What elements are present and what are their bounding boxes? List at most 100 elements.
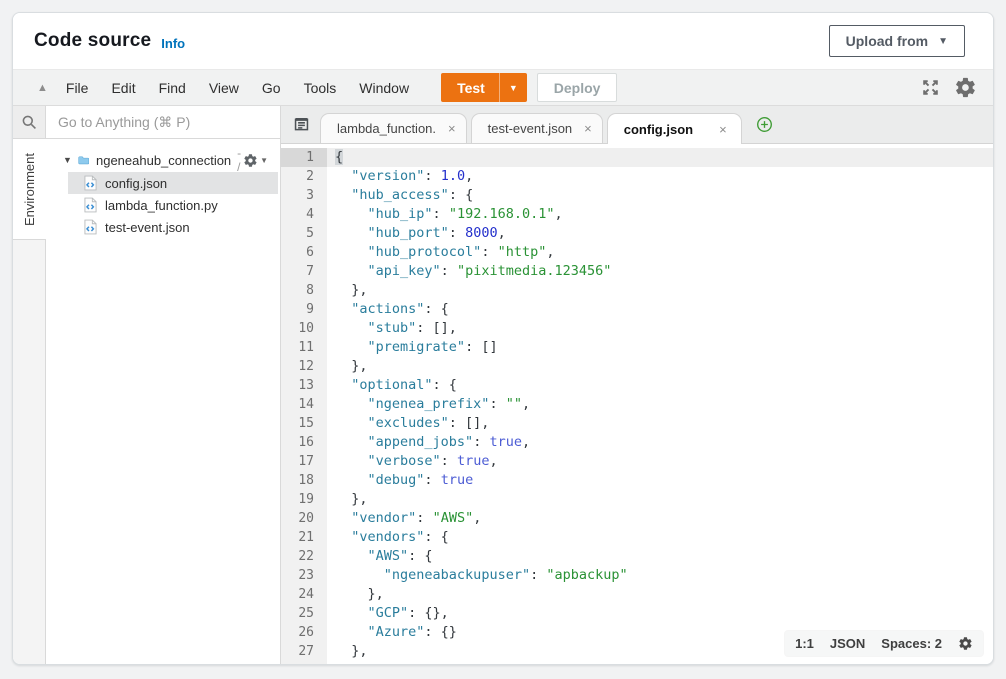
plus-circle-icon [756, 116, 773, 133]
editor-tab-config-json[interactable]: config.json × [607, 113, 742, 144]
code-line-25[interactable]: 25 "GCP": {}, [281, 604, 993, 623]
code-line-20[interactable]: 20 "vendor": "AWS", [281, 509, 993, 528]
tab-label: config.json [624, 122, 693, 137]
code-line-15[interactable]: 15 "excludes": [], [281, 414, 993, 433]
code-line-text: "vendor": "AWS", [327, 509, 993, 528]
close-tab-icon[interactable]: × [719, 122, 727, 137]
close-tab-icon[interactable]: × [584, 121, 592, 136]
menu-go[interactable]: Go [262, 80, 281, 96]
menu-file[interactable]: File [66, 80, 89, 96]
file-name: test-event.json [105, 220, 190, 235]
code-line-23[interactable]: 23 "ngeneabackupuser": "apbackup" [281, 566, 993, 585]
code-line-text: "sites": [ [327, 661, 993, 664]
code-editor[interactable]: 1{2 "version": 1.0,3 "hub_access": {4 "h… [281, 144, 993, 664]
test-button[interactable]: Test [441, 73, 499, 102]
code-line-text: "append_jobs": true, [327, 433, 993, 452]
code-line-2[interactable]: 2 "version": 1.0, [281, 167, 993, 186]
code-file-icon [84, 197, 97, 213]
collapse-panel-icon[interactable]: ▲ [37, 82, 48, 94]
menu-view[interactable]: View [209, 80, 239, 96]
code-line-19[interactable]: 19 }, [281, 490, 993, 509]
page-title: Code source [34, 30, 151, 52]
indent-setting[interactable]: Spaces: 2 [881, 636, 942, 651]
new-tab-button[interactable] [754, 114, 775, 135]
tab-environment[interactable]: Environment [13, 139, 46, 239]
code-line-1[interactable]: 1{ [281, 148, 993, 167]
go-to-anything-input[interactable] [46, 106, 280, 139]
caret-down-icon: ▼ [260, 156, 268, 165]
code-line-24[interactable]: 24 }, [281, 585, 993, 604]
deploy-button[interactable]: Deploy [537, 73, 618, 102]
code-line-text: "version": 1.0, [327, 167, 993, 186]
code-line-text: "hub_ip": "192.168.0.1", [327, 205, 993, 224]
code-line-22[interactable]: 22 "AWS": { [281, 547, 993, 566]
code-line-28[interactable]: 28 "sites": [ [281, 661, 993, 664]
tree-settings-button[interactable]: ▼ [243, 153, 268, 168]
menu-window[interactable]: Window [359, 80, 409, 96]
line-number: 24 [281, 585, 327, 604]
editor-settings-button[interactable] [952, 74, 979, 101]
code-line-text: "hub_protocol": "http", [327, 243, 993, 262]
code-line-12[interactable]: 12 }, [281, 357, 993, 376]
code-line-16[interactable]: 16 "append_jobs": true, [281, 433, 993, 452]
editor-tab-lambda-function-[interactable]: lambda_function. × [320, 113, 467, 143]
code-line-text: "GCP": {}, [327, 604, 993, 623]
code-line-text: "hub_access": { [327, 186, 993, 205]
line-number: 11 [281, 338, 327, 357]
code-line-6[interactable]: 6 "hub_protocol": "http", [281, 243, 993, 262]
tree-file-config-json[interactable]: config.json [68, 172, 278, 194]
cursor-position[interactable]: 1:1 [795, 636, 814, 651]
panel-header: Code source Info Upload from ▼ [13, 13, 993, 69]
line-number: 9 [281, 300, 327, 319]
menu-find[interactable]: Find [159, 80, 186, 96]
folder-expand-icon[interactable]: ▼ [63, 155, 72, 165]
line-number: 4 [281, 205, 327, 224]
environment-tab-label: Environment [22, 153, 37, 226]
code-file-icon [84, 175, 97, 191]
tree-file-test-event-json[interactable]: test-event.json [68, 216, 278, 238]
code-file-icon [84, 219, 97, 235]
code-line-text: }, [327, 490, 993, 509]
code-source-panel: Code source Info Upload from ▼ ▲ File Edi… [12, 12, 994, 665]
editor-tab-test-event-json[interactable]: test-event.json× [471, 113, 603, 143]
close-tab-icon[interactable]: × [448, 121, 456, 136]
status-settings-button[interactable] [958, 636, 973, 651]
code-line-5[interactable]: 5 "hub_port": 8000, [281, 224, 993, 243]
code-line-text: "vendors": { [327, 528, 993, 547]
code-line-text: "actions": { [327, 300, 993, 319]
code-line-17[interactable]: 17 "verbose": true, [281, 452, 993, 471]
code-line-11[interactable]: 11 "premigrate": [] [281, 338, 993, 357]
menu-tools[interactable]: Tools [304, 80, 337, 96]
fullscreen-button[interactable] [919, 76, 942, 99]
menu-bar: ▲ File Edit Find View Go Tools Window Test ▼ D… [13, 69, 993, 106]
code-line-18[interactable]: 18 "debug": true [281, 471, 993, 490]
code-line-13[interactable]: 13 "optional": { [281, 376, 993, 395]
test-dropdown-button[interactable]: ▼ [499, 73, 527, 102]
upload-from-label: Upload from [846, 33, 928, 49]
line-number: 7 [281, 262, 327, 281]
menu-edit[interactable]: Edit [111, 80, 135, 96]
file-name: config.json [105, 176, 167, 191]
code-line-9[interactable]: 9 "actions": { [281, 300, 993, 319]
code-line-3[interactable]: 3 "hub_access": { [281, 186, 993, 205]
info-link[interactable]: Info [161, 36, 185, 51]
code-line-14[interactable]: 14 "ngenea_prefix": "", [281, 395, 993, 414]
tree-file-lambda-function-py[interactable]: lambda_function.py [68, 194, 278, 216]
code-line-text: "debug": true [327, 471, 993, 490]
code-line-7[interactable]: 7 "api_key": "pixitmedia.123456" [281, 262, 993, 281]
line-number: 27 [281, 642, 327, 661]
code-line-4[interactable]: 4 "hub_ip": "192.168.0.1", [281, 205, 993, 224]
code-line-8[interactable]: 8 }, [281, 281, 993, 300]
tab-list-button[interactable] [291, 114, 312, 135]
line-number: 12 [281, 357, 327, 376]
file-tree: ▼ ngeneahub_connection - / ▼ config.json… [46, 139, 280, 238]
tree-folder-row[interactable]: ▼ ngeneahub_connection - / ▼ [46, 148, 280, 172]
line-number: 6 [281, 243, 327, 262]
code-line-10[interactable]: 10 "stub": [], [281, 319, 993, 338]
language-mode[interactable]: JSON [830, 636, 865, 651]
code-line-21[interactable]: 21 "vendors": { [281, 528, 993, 547]
upload-from-button[interactable]: Upload from ▼ [829, 25, 965, 57]
tab-label: lambda_function. [337, 121, 436, 136]
search-button[interactable] [13, 106, 46, 139]
code-line-text: "api_key": "pixitmedia.123456" [327, 262, 993, 281]
